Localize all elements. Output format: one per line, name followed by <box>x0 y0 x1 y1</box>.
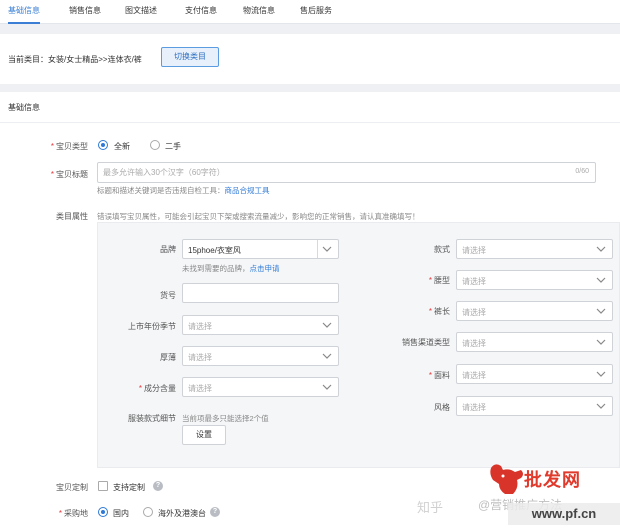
waist-label: * 腰型 <box>428 276 450 285</box>
chevron-down-icon <box>322 353 332 359</box>
brand-label: 品牌 <box>160 245 176 254</box>
item-title-field[interactable]: 0/60 <box>97 162 596 183</box>
watermark-brand: 批发网 <box>524 470 581 490</box>
required-mark: * <box>138 384 142 393</box>
watermark-zhihu: 知乎 <box>417 500 444 515</box>
watermark-site: www.pf.cn <box>508 503 620 525</box>
tab-after-sales[interactable]: 售后服务 <box>300 0 332 24</box>
chevron-down-icon <box>596 403 606 409</box>
tab-logistics-info[interactable]: 物流信息 <box>243 0 275 24</box>
model-number-input[interactable] <box>182 283 339 303</box>
model-number-label: 货号 <box>160 291 176 300</box>
fabric-placeholder: 请选择 <box>462 371 486 380</box>
customization-label: 宝贝定制 <box>56 483 88 492</box>
section-divider <box>0 122 620 123</box>
thickness-select[interactable]: 请选择 <box>182 346 339 366</box>
title-hint: 标题和描述关键词是否违规自检工具：商品合规工具 <box>97 186 270 195</box>
origin-label: * 采购地 <box>58 509 88 518</box>
help-icon[interactable]: ? <box>153 481 163 491</box>
fabric-select[interactable]: 请选择 <box>456 364 613 384</box>
style-select[interactable]: 请选择 <box>456 396 613 416</box>
required-mark: * <box>58 509 62 518</box>
required-mark: * <box>50 142 54 151</box>
season-placeholder: 请选择 <box>188 322 212 331</box>
season-label: 上市年份季节 <box>128 322 176 331</box>
basic-info-form: 基础信息 *宝贝类型 全新 二手 *宝贝标题 0/60 标题和描述关键词是否违规… <box>0 92 620 530</box>
help-icon[interactable]: ? <box>210 507 220 517</box>
tab-description[interactable]: 图文描述 <box>125 0 157 24</box>
brand-hint: 未找到需要的品牌，点击申请 <box>182 264 280 273</box>
current-category: 当前类目：女装/女士精品>>连体衣/裤 <box>8 55 142 64</box>
required-mark: * <box>428 307 432 316</box>
brand-select[interactable]: 15phoe/衣室风 <box>182 239 339 259</box>
brand-value: 15phoe/衣室风 <box>188 246 241 255</box>
composition-select[interactable]: 请选择 <box>182 377 339 397</box>
radio-new-label: 全新 <box>114 142 130 151</box>
thickness-label: 厚薄 <box>160 353 176 362</box>
item-title-label: * 宝贝标题 <box>50 170 88 179</box>
chevron-down-icon <box>596 277 606 283</box>
style-label: 风格 <box>434 403 450 412</box>
chevron-down-icon <box>322 246 332 252</box>
style-type-placeholder: 请选择 <box>462 246 486 255</box>
style-type-select[interactable]: 请选择 <box>456 239 613 259</box>
tab-payment-info[interactable]: 支付信息 <box>185 0 217 24</box>
compliance-tool-link[interactable]: 商品合规工具 <box>225 186 270 195</box>
chevron-down-icon <box>322 384 332 390</box>
chevron-down-icon <box>596 246 606 252</box>
apply-brand-link[interactable]: 点击申请 <box>250 264 280 273</box>
required-mark: * <box>428 371 432 380</box>
radio-overseas-label: 海外及港澳台 <box>158 509 206 518</box>
waist-select[interactable]: 请选择 <box>456 270 613 290</box>
composition-label: * 成分含量 <box>138 384 176 393</box>
sales-channel-label: 销售渠道类型 <box>402 338 450 347</box>
style-type-label: 款式 <box>434 245 450 254</box>
attributes-warning: 错误填写宝贝属性，可能会引起宝贝下架或搜索流量减少，影响您的正常销售，请认真准确… <box>97 212 420 221</box>
chevron-down-icon <box>596 371 606 377</box>
waist-placeholder: 请选择 <box>462 277 486 286</box>
composition-placeholder: 请选择 <box>188 384 212 393</box>
pants-length-label: * 裤长 <box>428 307 450 316</box>
tab-basic-info[interactable]: 基础信息 <box>8 0 40 24</box>
fabric-label: * 面料 <box>428 371 450 380</box>
item-title-input[interactable] <box>103 165 543 180</box>
top-tab-bar: 基础信息 销售信息 图文描述 支付信息 物流信息 售后服务 <box>0 0 620 24</box>
radio-new[interactable] <box>98 140 108 150</box>
radio-domestic[interactable] <box>98 507 108 517</box>
radio-domestic-label: 国内 <box>113 509 129 518</box>
customization-checkbox[interactable] <box>98 481 108 491</box>
chevron-down-icon <box>596 308 606 314</box>
required-mark: * <box>428 276 432 285</box>
radio-overseas[interactable] <box>143 507 153 517</box>
section-title: 基础信息 <box>8 103 40 112</box>
style-detail-setup-button[interactable]: 设置 <box>182 425 226 445</box>
customization-option-label: 支持定制 <box>113 483 145 492</box>
category-panel: 当前类目：女装/女士精品>>连体衣/裤 切换类目 <box>0 34 620 84</box>
chevron-down-icon <box>596 339 606 345</box>
attributes-label: 类目属性 <box>56 212 88 221</box>
style-detail-label: 服装款式细节 <box>128 414 176 423</box>
radio-used[interactable] <box>150 140 160 150</box>
pants-length-placeholder: 请选择 <box>462 308 486 317</box>
select-separator <box>317 240 318 258</box>
switch-category-button[interactable]: 切换类目 <box>161 47 219 67</box>
bull-logo-icon <box>490 464 523 494</box>
chevron-down-icon <box>322 322 332 328</box>
thickness-placeholder: 请选择 <box>188 353 212 362</box>
item-type-label: * 宝贝类型 <box>50 142 88 151</box>
char-count: 0/60 <box>575 168 589 175</box>
required-mark: * <box>50 170 54 179</box>
tab-sales-info[interactable]: 销售信息 <box>69 0 101 24</box>
style-placeholder: 请选择 <box>462 403 486 412</box>
sales-channel-placeholder: 请选择 <box>462 339 486 348</box>
pants-length-select[interactable]: 请选择 <box>456 301 613 321</box>
season-select[interactable]: 请选择 <box>182 315 339 335</box>
style-detail-hint: 当前项最多只能选择2个值 <box>182 414 269 423</box>
radio-used-label: 二手 <box>165 142 181 151</box>
sales-channel-select[interactable]: 请选择 <box>456 332 613 352</box>
